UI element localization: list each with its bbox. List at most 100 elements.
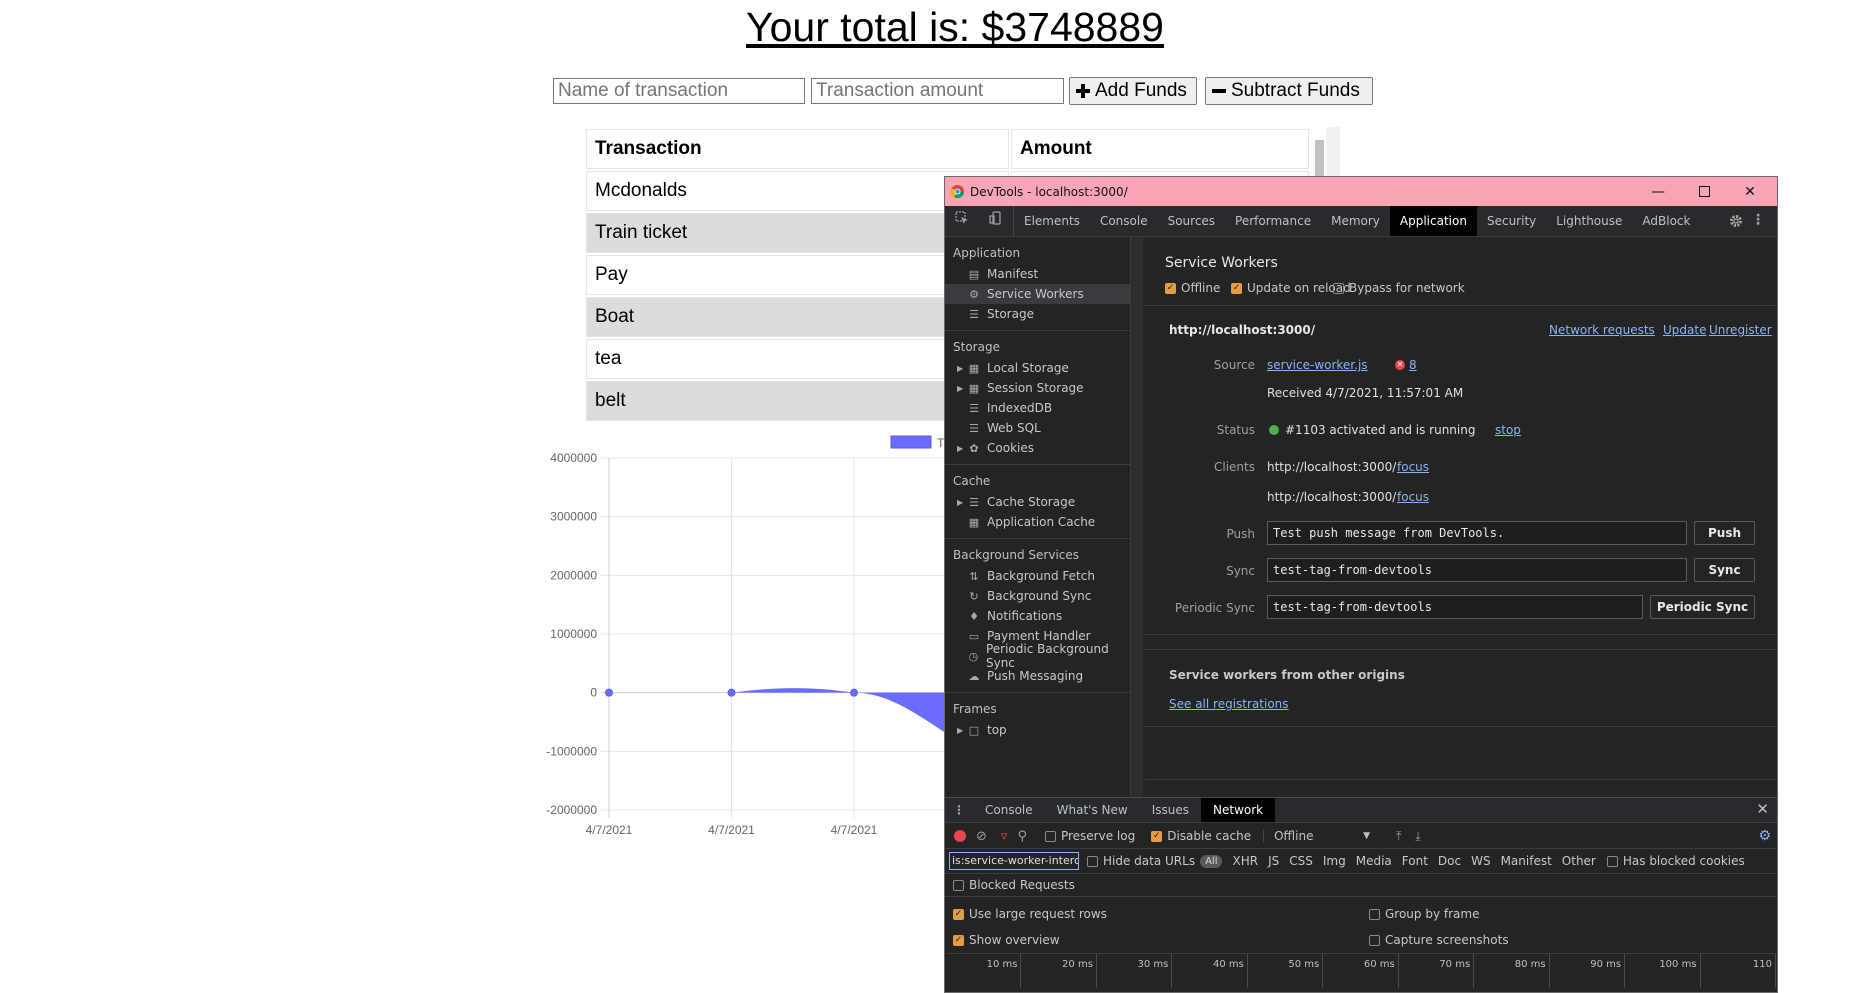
expand-arrow-icon[interactable]: ▶ <box>957 498 963 507</box>
tab-lighthouse[interactable]: Lighthouse <box>1546 206 1632 236</box>
tab-adblock[interactable]: AdBlock <box>1632 206 1700 236</box>
clear-icon[interactable]: ⊘ <box>976 829 987 844</box>
close-icon[interactable]: ✕ <box>1727 177 1773 206</box>
drawer-tab-issues[interactable]: Issues <box>1140 798 1201 822</box>
more-options-icon[interactable]: ⋮ <box>1751 212 1765 228</box>
periodic-sync-tag-input[interactable]: test-tag-from-devtools <box>1267 595 1643 619</box>
sidebar-item-cookies[interactable]: ▶ ✿ Cookies <box>945 438 1130 458</box>
sidebar-item-frame-top[interactable]: ▶ □ top <box>945 720 1130 740</box>
devtools-titlebar[interactable]: DevTools - localhost:3000/ — ✕ <box>945 177 1777 206</box>
filter-type-font[interactable]: Font <box>1402 854 1428 868</box>
periodic-sync-button[interactable]: Periodic Sync <box>1650 595 1755 619</box>
capture-screenshots-checkbox[interactable]: Capture screenshots <box>1369 933 1509 947</box>
tab-memory[interactable]: Memory <box>1321 206 1390 236</box>
blocked-requests-checkbox[interactable]: Blocked Requests <box>953 878 1075 892</box>
network-filter-input[interactable]: is:service-worker-intercepted <box>949 852 1079 870</box>
push-button[interactable]: Push <box>1694 521 1755 545</box>
minimize-icon[interactable]: — <box>1635 177 1681 206</box>
group-by-frame-checkbox[interactable]: Group by frame <box>1369 907 1479 921</box>
hide-data-urls-checkbox[interactable]: Hide data URLs <box>1087 854 1195 868</box>
sidebar-item-service-workers[interactable]: ⚙ Service Workers <box>945 284 1130 304</box>
drawer-close-icon[interactable]: ✕ <box>1756 800 1769 818</box>
sidebar-item-session-storage[interactable]: ▶ ▦ Session Storage <box>945 378 1130 398</box>
drawer-tab-whats-new[interactable]: What's New <box>1045 798 1140 822</box>
sidebar-item-background-fetch[interactable]: ⇅ Background Fetch <box>945 566 1130 586</box>
table-scrollbar-thumb[interactable] <box>1315 140 1324 180</box>
sidebar-item-local-storage[interactable]: ▶ ▦ Local Storage <box>945 358 1130 378</box>
sidebar-item-push-messaging[interactable]: ☁ Push Messaging <box>945 666 1130 686</box>
unregister-link[interactable]: Unregister <box>1709 323 1772 337</box>
transaction-amount-input[interactable] <box>811 78 1064 104</box>
sidebar-item-background-sync[interactable]: ↻ Background Sync <box>945 586 1130 606</box>
tab-application[interactable]: Application <box>1389 206 1477 236</box>
filter-icon[interactable]: ▿ <box>1001 829 1008 844</box>
network-settings-gear-icon[interactable]: ⚙ <box>1758 828 1771 844</box>
filter-type-manifest[interactable]: Manifest <box>1501 854 1552 868</box>
expand-arrow-icon[interactable]: ▶ <box>957 444 963 453</box>
tab-elements[interactable]: Elements <box>1014 206 1090 236</box>
expand-arrow-icon[interactable]: ▶ <box>957 364 963 373</box>
tab-security[interactable]: Security <box>1477 206 1546 236</box>
update-link[interactable]: Update <box>1663 323 1706 337</box>
filter-type-xhr[interactable]: XHR <box>1232 854 1258 868</box>
sidebar-item-periodic-background-sync[interactable]: ◷ Periodic Background Sync <box>945 642 1130 670</box>
filter-type-all[interactable]: All <box>1200 854 1223 868</box>
preserve-log-checkbox[interactable]: Preserve log <box>1044 829 1135 843</box>
error-count-badge[interactable]: ✕ 8 <box>1395 358 1417 372</box>
subtract-funds-button[interactable]: Subtract Funds <box>1205 77 1373 105</box>
sidebar-heading-cache: Cache <box>953 474 991 488</box>
blocked-requests-row: Blocked Requests <box>945 874 1777 897</box>
filter-type-img[interactable]: Img <box>1323 854 1346 868</box>
filter-type-other[interactable]: Other <box>1562 854 1596 868</box>
bypass-for-network-checkbox[interactable]: Bypass for network <box>1333 281 1465 295</box>
stop-link[interactable]: stop <box>1495 423 1521 437</box>
search-icon[interactable]: ⚲ <box>1017 829 1027 844</box>
disable-cache-checkbox[interactable]: ✓ Disable cache <box>1151 829 1251 843</box>
export-har-icon[interactable]: ⤓ <box>1415 829 1420 844</box>
device-toolbar-icon[interactable] <box>979 206 1014 236</box>
push-message-input[interactable]: Test push message from DevTools. <box>1267 521 1687 545</box>
sync-button[interactable]: Sync <box>1694 558 1755 582</box>
sidebar-item-storage[interactable]: ☰ Storage <box>945 304 1130 324</box>
network-requests-link[interactable]: Network requests <box>1549 323 1655 337</box>
show-overview-checkbox[interactable]: ✓ Show overview <box>953 933 1060 947</box>
expand-arrow-icon[interactable]: ▶ <box>957 726 963 735</box>
maximize-icon[interactable] <box>1681 177 1727 206</box>
client-focus-link[interactable]: focus <box>1397 490 1429 504</box>
drawer-tab-network[interactable]: Network <box>1201 798 1276 822</box>
see-all-registrations-link[interactable]: See all registrations <box>1169 697 1289 711</box>
offline-checkbox[interactable]: ✓ Offline <box>1165 281 1220 295</box>
import-har-icon[interactable]: ⤒ <box>1396 829 1401 844</box>
sidebar-item-indexeddb[interactable]: ☰ IndexedDB <box>945 398 1130 418</box>
checkbox-box <box>1606 855 1618 867</box>
has-blocked-cookies-checkbox[interactable]: Has blocked cookies <box>1606 854 1745 868</box>
filter-type-ws[interactable]: WS <box>1471 854 1490 868</box>
transaction-name-input[interactable] <box>553 78 805 104</box>
filter-type-css[interactable]: CSS <box>1289 854 1313 868</box>
tab-performance[interactable]: Performance <box>1225 206 1321 236</box>
network-overview-timeline[interactable]: 10 ms 20 ms 30 ms 40 ms 50 ms 60 ms 70 ms 80 ms… <box>947 953 1777 988</box>
sidebar-item-notifications[interactable]: ♦ Notifications <box>945 606 1130 626</box>
inspect-element-icon[interactable] <box>945 206 979 236</box>
settings-gear-icon[interactable] <box>1729 214 1743 231</box>
filter-type-media[interactable]: Media <box>1356 854 1392 868</box>
throttling-select[interactable]: Offline ▼ <box>1263 829 1370 843</box>
sync-tag-input[interactable]: test-tag-from-devtools <box>1267 558 1687 582</box>
sidebar-item-web-sql[interactable]: ☰ Web SQL <box>945 418 1130 438</box>
filter-type-js[interactable]: JS <box>1268 854 1279 868</box>
client-focus-link[interactable]: focus <box>1397 460 1429 474</box>
tab-sources[interactable]: Sources <box>1158 206 1225 236</box>
filter-type-doc[interactable]: Doc <box>1438 854 1461 868</box>
large-request-rows-checkbox[interactable]: ✓ Use large request rows <box>953 907 1107 921</box>
sidebar-item-manifest[interactable]: ▤ Manifest <box>945 264 1130 284</box>
drawer-tab-console[interactable]: Console <box>973 798 1045 822</box>
sidebar-item-cache-storage[interactable]: ▶ ☰ Cache Storage <box>945 492 1130 512</box>
drawer-menu-icon[interactable]: ⋮ <box>945 803 973 817</box>
add-funds-button[interactable]: Add Funds <box>1069 77 1197 105</box>
tab-console[interactable]: Console <box>1090 206 1158 236</box>
expand-arrow-icon[interactable]: ▶ <box>957 384 963 393</box>
source-file-link[interactable]: service-worker.js <box>1267 358 1368 372</box>
sidebar-item-application-cache[interactable]: ▦ Application Cache <box>945 512 1130 532</box>
sidebar-scrollbar[interactable] <box>1131 237 1143 797</box>
record-icon[interactable] <box>954 830 966 842</box>
